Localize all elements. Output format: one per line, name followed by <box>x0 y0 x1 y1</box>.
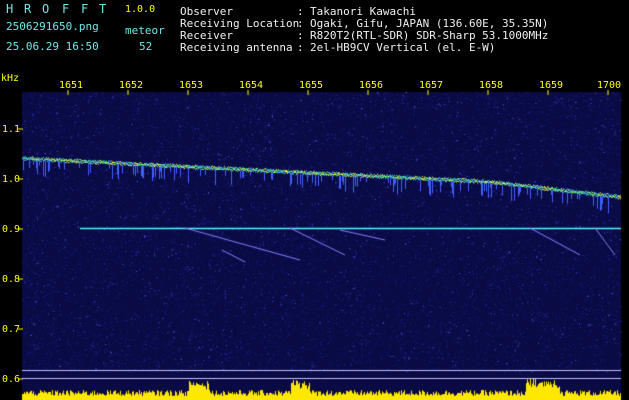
app-name-letter: F <box>81 2 89 16</box>
info-antenna-sep: : <box>297 41 304 54</box>
x-tick-label: 1658 <box>479 80 504 91</box>
app-name-letter: F <box>62 2 70 16</box>
x-tick-label: 1657 <box>419 80 444 91</box>
x-tick-label: 1659 <box>539 80 564 91</box>
y-axis-unit: kHz <box>1 73 20 84</box>
header-panel: H R O F F T 1.0.0 2506291650.png 25.06.2… <box>0 0 629 74</box>
x-tick-label: 1656 <box>359 80 384 91</box>
app-name-letter: T <box>99 2 107 16</box>
info-antenna-value: 2el-HB9CV Vertical (el. E-W) <box>310 41 496 54</box>
meteor-count: 52 <box>139 40 153 53</box>
app-name-letter: O <box>42 2 50 16</box>
y-tick-label: 0.9 <box>2 224 21 235</box>
y-tick-label: 0.6 <box>2 374 21 385</box>
file-datetime: 25.06.29 16:50 <box>6 40 99 53</box>
app-name-letter: H <box>6 2 14 16</box>
y-tick-label: 0.8 <box>2 274 21 285</box>
meteor-label: meteor <box>125 24 165 37</box>
app-version: 1.0.0 <box>125 4 156 15</box>
x-tick-label: 1700 <box>597 80 622 91</box>
app-name-letter: R <box>24 2 32 16</box>
x-tick-label: 1651 <box>59 80 84 91</box>
x-tick-label: 1655 <box>299 80 324 91</box>
x-tick-label: 1653 <box>179 80 204 91</box>
x-tick-label: 1654 <box>239 80 264 91</box>
info-antenna-key: Receiving antenna <box>180 41 293 54</box>
file-name: 2506291650.png <box>6 20 99 33</box>
y-tick-label: 0.7 <box>2 324 21 335</box>
x-tick-label: 1652 <box>119 80 144 91</box>
y-tick-label: 1.1 <box>2 124 21 135</box>
y-tick-label: 1.0 <box>2 174 21 185</box>
